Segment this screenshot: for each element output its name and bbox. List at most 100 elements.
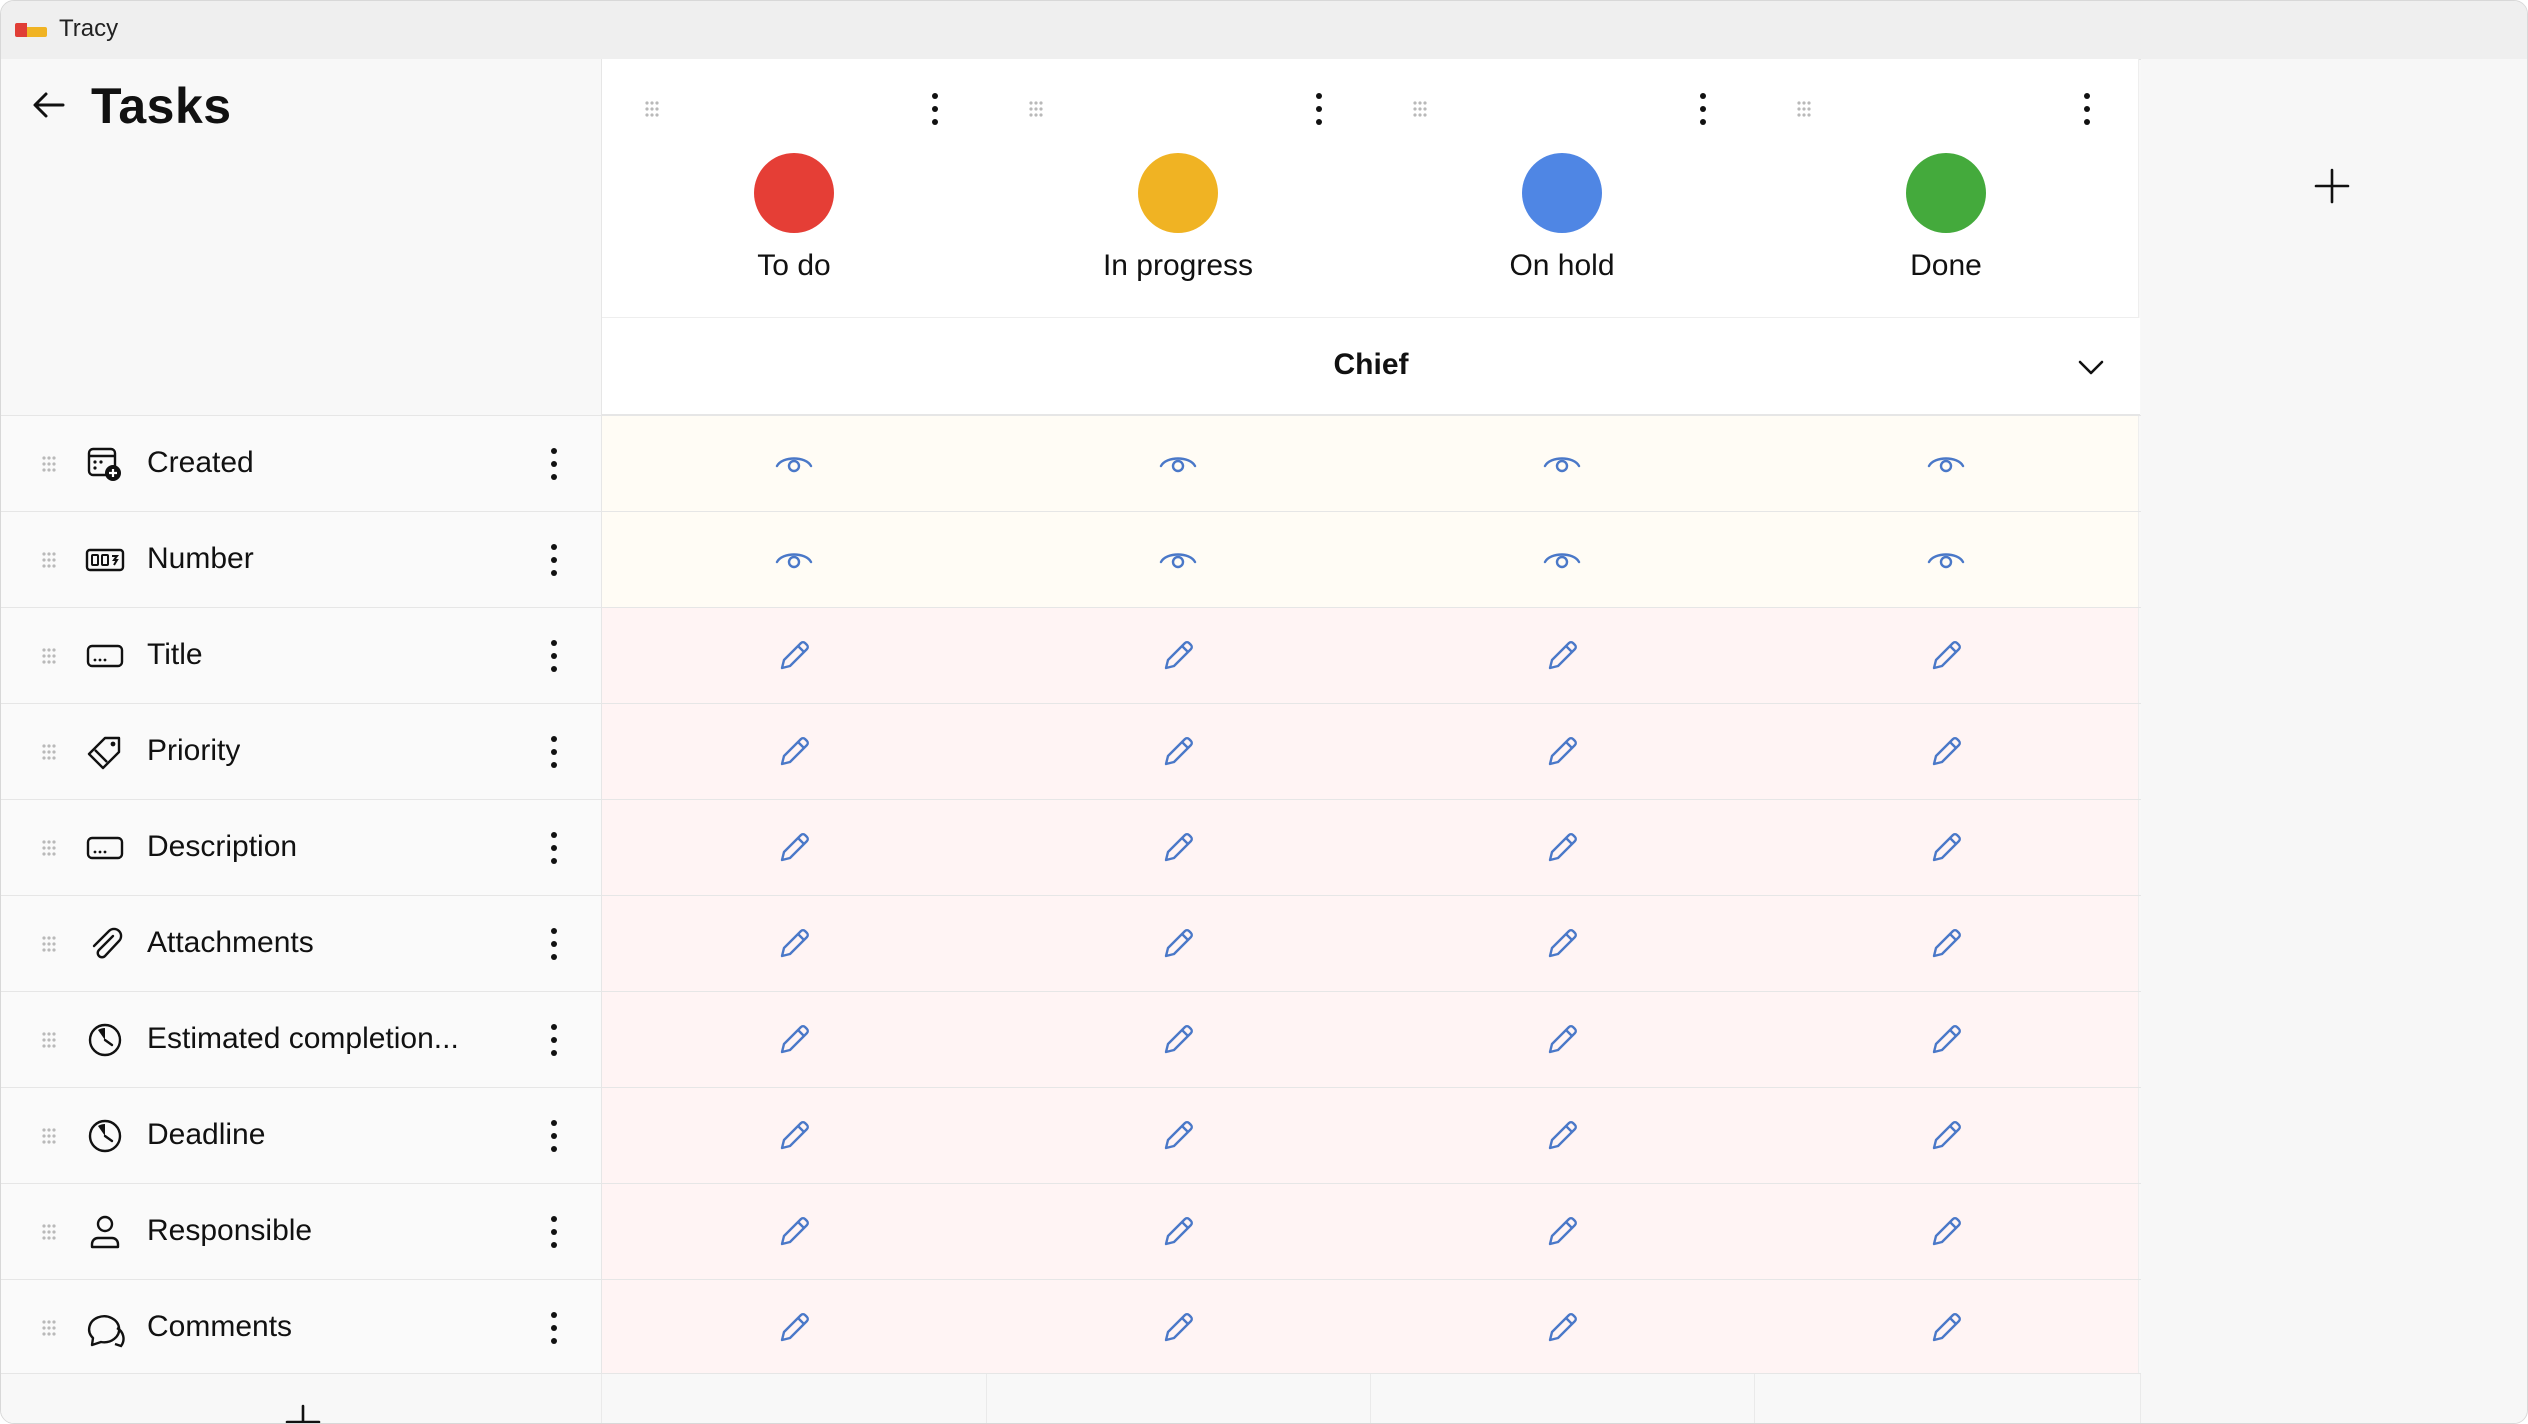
- drag-handle-icon[interactable]: [39, 454, 59, 474]
- permission-cell-view[interactable]: [1754, 512, 2139, 608]
- pencil-icon[interactable]: [1542, 732, 1582, 772]
- more-options-icon[interactable]: [541, 732, 567, 772]
- pencil-icon[interactable]: [774, 1020, 814, 1060]
- pencil-icon[interactable]: [774, 1308, 814, 1348]
- pencil-icon[interactable]: [1158, 828, 1198, 868]
- permission-cell-edit[interactable]: [1754, 704, 2139, 800]
- permission-cell-edit[interactable]: [1370, 800, 1755, 896]
- permission-cell-edit[interactable]: [1754, 1280, 2139, 1376]
- pencil-icon[interactable]: [1158, 1308, 1198, 1348]
- permission-cell-edit[interactable]: [602, 1280, 987, 1376]
- eye-icon[interactable]: [774, 540, 814, 580]
- permission-cell-edit[interactable]: [602, 608, 987, 704]
- drag-handle-icon[interactable]: [1026, 99, 1046, 119]
- permission-cell-edit[interactable]: [1370, 1280, 1755, 1376]
- eye-icon[interactable]: [1542, 540, 1582, 580]
- drag-handle-icon[interactable]: [39, 646, 59, 666]
- permission-cell-edit[interactable]: [1754, 992, 2139, 1088]
- permission-cell-view[interactable]: [1370, 416, 1755, 512]
- permission-cell-edit[interactable]: [986, 800, 1371, 896]
- pencil-icon[interactable]: [1926, 1020, 1966, 1060]
- permission-cell-edit[interactable]: [986, 704, 1371, 800]
- more-options-icon[interactable]: [1690, 89, 1716, 129]
- back-arrow-icon[interactable]: [29, 85, 69, 125]
- pencil-icon[interactable]: [1158, 636, 1198, 676]
- more-options-icon[interactable]: [541, 1116, 567, 1156]
- permission-cell-edit[interactable]: [1754, 1184, 2139, 1280]
- permission-cell-view[interactable]: [602, 416, 987, 512]
- more-options-icon[interactable]: [541, 1020, 567, 1060]
- permission-cell-edit[interactable]: [986, 608, 1371, 704]
- pencil-icon[interactable]: [1158, 924, 1198, 964]
- pencil-icon[interactable]: [1926, 636, 1966, 676]
- permission-cell-edit[interactable]: [602, 992, 987, 1088]
- permission-cell-edit[interactable]: [1370, 896, 1755, 992]
- drag-handle-icon[interactable]: [39, 550, 59, 570]
- drag-handle-icon[interactable]: [39, 1318, 59, 1338]
- pencil-icon[interactable]: [1926, 1308, 1966, 1348]
- pencil-icon[interactable]: [1926, 828, 1966, 868]
- eye-icon[interactable]: [1542, 444, 1582, 484]
- permission-cell-edit[interactable]: [602, 800, 987, 896]
- pencil-icon[interactable]: [1158, 1116, 1198, 1156]
- pencil-icon[interactable]: [774, 1116, 814, 1156]
- permission-cell-view[interactable]: [1370, 512, 1755, 608]
- more-options-icon[interactable]: [541, 636, 567, 676]
- pencil-icon[interactable]: [1926, 732, 1966, 772]
- drag-handle-icon[interactable]: [39, 742, 59, 762]
- more-options-icon[interactable]: [2074, 89, 2100, 129]
- drag-handle-icon[interactable]: [642, 99, 662, 119]
- permission-cell-view[interactable]: [602, 512, 987, 608]
- eye-icon[interactable]: [1158, 444, 1198, 484]
- permission-cell-edit[interactable]: [1754, 800, 2139, 896]
- add-field-plus-icon[interactable]: [285, 1404, 321, 1424]
- more-options-icon[interactable]: [541, 1212, 567, 1252]
- drag-handle-icon[interactable]: [39, 1030, 59, 1050]
- chevron-down-icon[interactable]: [2074, 350, 2108, 384]
- pencil-icon[interactable]: [1542, 636, 1582, 676]
- eye-icon[interactable]: [1926, 444, 1966, 484]
- more-options-icon[interactable]: [541, 444, 567, 484]
- drag-handle-icon[interactable]: [1410, 99, 1430, 119]
- permission-cell-edit[interactable]: [1754, 896, 2139, 992]
- pencil-icon[interactable]: [1158, 732, 1198, 772]
- pencil-icon[interactable]: [1926, 1116, 1966, 1156]
- pencil-icon[interactable]: [1542, 1020, 1582, 1060]
- permission-cell-edit[interactable]: [602, 1184, 987, 1280]
- pencil-icon[interactable]: [1542, 1308, 1582, 1348]
- pencil-icon[interactable]: [1926, 1212, 1966, 1252]
- permission-cell-edit[interactable]: [1370, 1184, 1755, 1280]
- permission-cell-edit[interactable]: [986, 896, 1371, 992]
- permission-cell-edit[interactable]: [986, 992, 1371, 1088]
- permission-cell-edit[interactable]: [1754, 608, 2139, 704]
- drag-handle-icon[interactable]: [39, 1222, 59, 1242]
- pencil-icon[interactable]: [774, 732, 814, 772]
- pencil-icon[interactable]: [1542, 924, 1582, 964]
- more-options-icon[interactable]: [541, 540, 567, 580]
- pencil-icon[interactable]: [1542, 828, 1582, 868]
- pencil-icon[interactable]: [774, 1212, 814, 1252]
- pencil-icon[interactable]: [1158, 1212, 1198, 1252]
- eye-icon[interactable]: [1158, 540, 1198, 580]
- permission-cell-edit[interactable]: [986, 1088, 1371, 1184]
- permission-cell-edit[interactable]: [602, 1088, 987, 1184]
- more-options-icon[interactable]: [541, 924, 567, 964]
- permission-cell-edit[interactable]: [1370, 992, 1755, 1088]
- add-status-plus-icon[interactable]: [2313, 167, 2351, 205]
- role-selector[interactable]: Chief: [602, 318, 2140, 415]
- permission-cell-edit[interactable]: [1370, 608, 1755, 704]
- drag-handle-icon[interactable]: [39, 838, 59, 858]
- more-options-icon[interactable]: [541, 828, 567, 868]
- pencil-icon[interactable]: [1158, 1020, 1198, 1060]
- pencil-icon[interactable]: [1542, 1212, 1582, 1252]
- more-options-icon[interactable]: [541, 1308, 567, 1348]
- permission-cell-edit[interactable]: [602, 896, 987, 992]
- permission-cell-edit[interactable]: [986, 1280, 1371, 1376]
- more-options-icon[interactable]: [1306, 89, 1332, 129]
- drag-handle-icon[interactable]: [1794, 99, 1814, 119]
- pencil-icon[interactable]: [774, 828, 814, 868]
- drag-handle-icon[interactable]: [39, 1126, 59, 1146]
- drag-handle-icon[interactable]: [39, 934, 59, 954]
- pencil-icon[interactable]: [774, 636, 814, 676]
- permission-cell-view[interactable]: [986, 416, 1371, 512]
